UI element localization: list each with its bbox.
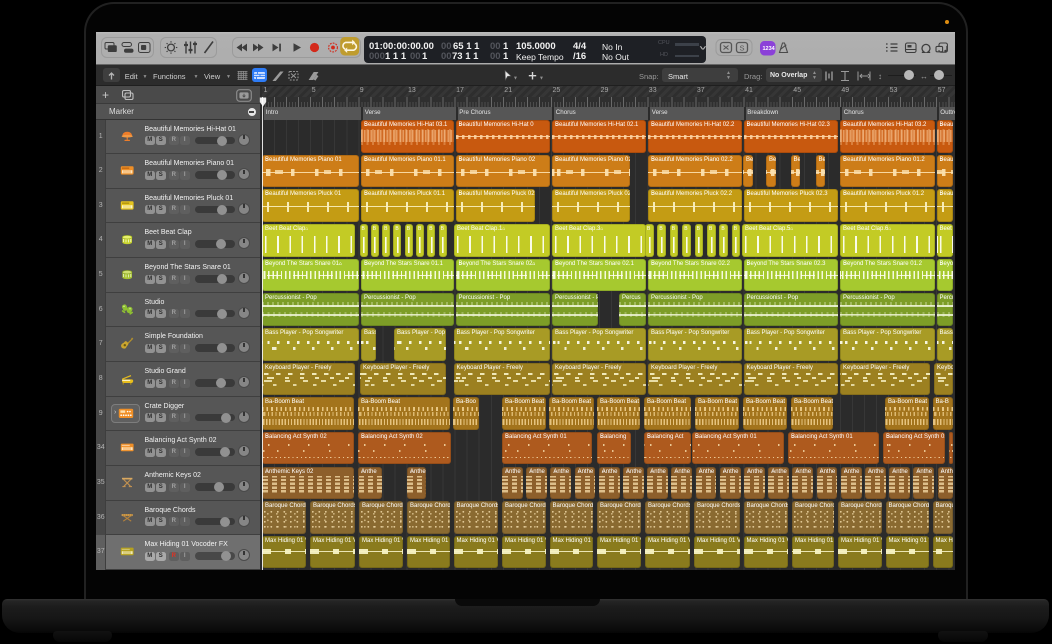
svg-text:1234: 1234	[763, 46, 776, 52]
svg-text:▼: ▼	[513, 75, 518, 81]
svg-text:▼: ▼	[539, 75, 544, 81]
svg-text:S: S	[740, 44, 745, 53]
